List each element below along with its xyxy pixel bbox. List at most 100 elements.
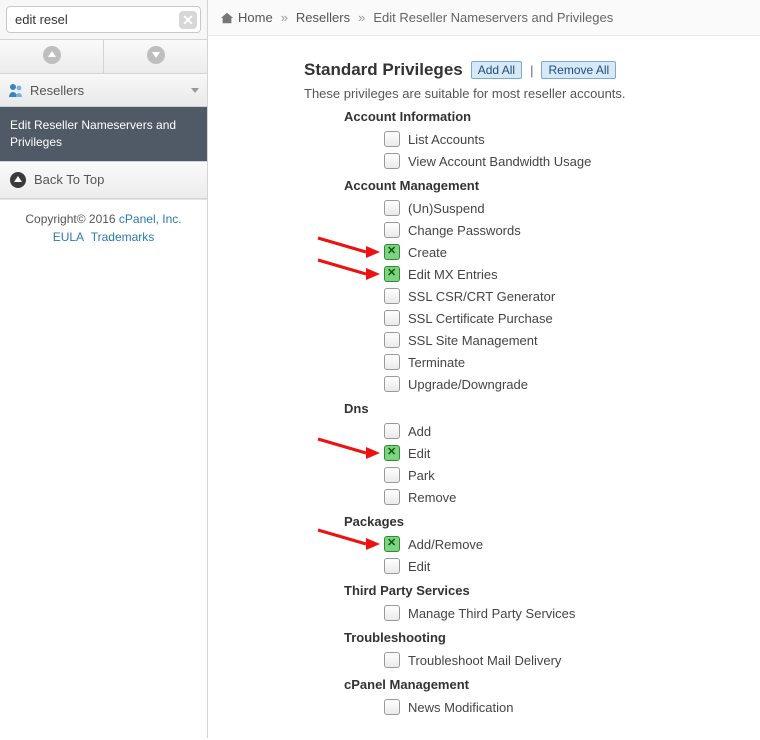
- privilege-list: Troubleshoot Mail Delivery: [304, 649, 740, 671]
- privilege-item: Upgrade/Downgrade: [384, 373, 740, 395]
- breadcrumb-sep: »: [277, 10, 292, 25]
- privilege-checkbox[interactable]: [384, 423, 400, 439]
- privilege-group-title: Third Party Services: [344, 583, 740, 598]
- privilege-label: Upgrade/Downgrade: [408, 377, 528, 392]
- privilege-label: Edit MX Entries: [408, 267, 498, 282]
- back-to-top[interactable]: Back To Top: [0, 161, 207, 199]
- privilege-checkbox[interactable]: [384, 244, 400, 260]
- privilege-item: View Account Bandwidth Usage: [384, 150, 740, 172]
- privilege-label: Manage Third Party Services: [408, 606, 575, 621]
- privilege-checkbox[interactable]: [384, 200, 400, 216]
- privilege-group-title: Account Information: [344, 109, 740, 124]
- privilege-group-title: Troubleshooting: [344, 630, 740, 645]
- privilege-item: Remove: [384, 486, 740, 508]
- privilege-list: Add Edit Park Remove: [304, 420, 740, 508]
- search-input[interactable]: [6, 6, 201, 33]
- privilege-checkbox[interactable]: [384, 222, 400, 238]
- sidebar-item-label: Edit Reseller Nameservers and Privileges: [10, 118, 176, 149]
- section-subtext: These privileges are suitable for most r…: [304, 86, 740, 101]
- separator: |: [530, 63, 533, 78]
- privilege-checkbox[interactable]: [384, 489, 400, 505]
- privilege-item: SSL Certificate Purchase: [384, 307, 740, 329]
- privilege-checkbox[interactable]: [384, 153, 400, 169]
- breadcrumb: Home » Resellers » Edit Reseller Nameser…: [208, 0, 760, 36]
- remove-all-button[interactable]: Remove All: [541, 61, 616, 79]
- clear-search-icon[interactable]: ✕: [179, 11, 197, 29]
- privilege-item: SSL Site Management: [384, 329, 740, 351]
- privilege-label: SSL Site Management: [408, 333, 538, 348]
- privilege-item: (Un)Suspend: [384, 197, 740, 219]
- privilege-item: Edit: [384, 442, 740, 464]
- privilege-label: Add: [408, 424, 431, 439]
- privilege-item: Edit MX Entries: [384, 263, 740, 285]
- search-row: ✕: [0, 0, 207, 40]
- privilege-label: (Un)Suspend: [408, 201, 485, 216]
- scroll-up-button[interactable]: [0, 40, 104, 73]
- add-all-button[interactable]: Add All: [471, 61, 522, 79]
- privilege-item: Terminate: [384, 351, 740, 373]
- privilege-checkbox[interactable]: [384, 445, 400, 461]
- back-to-top-label: Back To Top: [34, 172, 104, 187]
- privilege-list: News Modification: [304, 696, 740, 718]
- privilege-list: Add/Remove Edit: [304, 533, 740, 577]
- sidebar-footer: Copyright© 2016 cPanel, Inc. EULA Tradem…: [0, 199, 207, 256]
- privilege-item: Manage Third Party Services: [384, 602, 740, 624]
- home-icon: [220, 11, 234, 25]
- sidebar-section-resellers[interactable]: Resellers: [0, 74, 207, 107]
- content: Standard Privileges Add All | Remove All…: [208, 36, 760, 738]
- privilege-checkbox[interactable]: [384, 467, 400, 483]
- privilege-checkbox[interactable]: [384, 288, 400, 304]
- privilege-item: Add: [384, 420, 740, 442]
- arrow-up-circle-icon: [10, 172, 26, 188]
- privilege-label: News Modification: [408, 700, 514, 715]
- title-row: Standard Privileges Add All | Remove All: [304, 60, 740, 80]
- privilege-label: Troubleshoot Mail Delivery: [408, 653, 561, 668]
- privilege-item: Add/Remove: [384, 533, 740, 555]
- privilege-checkbox[interactable]: [384, 376, 400, 392]
- privilege-list: List Accounts View Account Bandwidth Usag…: [304, 128, 740, 172]
- privilege-checkbox[interactable]: [384, 699, 400, 715]
- eula-link[interactable]: EULA: [53, 230, 84, 244]
- privilege-label: View Account Bandwidth Usage: [408, 154, 591, 169]
- privilege-label: Park: [408, 468, 435, 483]
- privilege-label: Remove: [408, 490, 456, 505]
- brand-link[interactable]: cPanel, Inc.: [119, 212, 182, 226]
- privilege-item: Troubleshoot Mail Delivery: [384, 649, 740, 671]
- privilege-checkbox[interactable]: [384, 310, 400, 326]
- privilege-label: Change Passwords: [408, 223, 521, 238]
- sidebar-nav-arrows: [0, 40, 207, 74]
- privilege-checkbox[interactable]: [384, 605, 400, 621]
- privilege-list: Manage Third Party Services: [304, 602, 740, 624]
- privilege-group-title: Dns: [344, 401, 740, 416]
- breadcrumb-resellers[interactable]: Resellers: [296, 10, 350, 25]
- chevron-down-icon: [191, 88, 199, 93]
- privilege-group-title: Packages: [344, 514, 740, 529]
- breadcrumb-sep: »: [354, 10, 369, 25]
- privilege-item: SSL CSR/CRT Generator: [384, 285, 740, 307]
- privilege-checkbox[interactable]: [384, 266, 400, 282]
- scroll-down-button[interactable]: [104, 40, 207, 73]
- privilege-label: Add/Remove: [408, 537, 483, 552]
- privilege-item: Edit: [384, 555, 740, 577]
- people-icon: [8, 82, 24, 98]
- trademarks-link[interactable]: Trademarks: [91, 230, 155, 244]
- privilege-checkbox[interactable]: [384, 354, 400, 370]
- privilege-checkbox[interactable]: [384, 332, 400, 348]
- section-title: Standard Privileges: [304, 60, 463, 80]
- privilege-label: List Accounts: [408, 132, 485, 147]
- privilege-item: List Accounts: [384, 128, 740, 150]
- breadcrumb-current: Edit Reseller Nameservers and Privileges: [373, 10, 613, 25]
- privilege-group-title: Account Management: [344, 178, 740, 193]
- privilege-checkbox[interactable]: [384, 536, 400, 552]
- arrow-down-icon: [147, 46, 165, 64]
- sidebar-item-edit-reseller[interactable]: Edit Reseller Nameservers and Privileges: [0, 107, 207, 161]
- privilege-checkbox[interactable]: [384, 558, 400, 574]
- privilege-groups: Account Information List Accounts View Acc…: [304, 109, 740, 718]
- breadcrumb-home[interactable]: Home: [238, 10, 273, 25]
- privilege-label: Create: [408, 245, 447, 260]
- privilege-checkbox[interactable]: [384, 131, 400, 147]
- privilege-item: News Modification: [384, 696, 740, 718]
- arrow-up-icon: [43, 46, 61, 64]
- privilege-group-title: cPanel Management: [344, 677, 740, 692]
- privilege-checkbox[interactable]: [384, 652, 400, 668]
